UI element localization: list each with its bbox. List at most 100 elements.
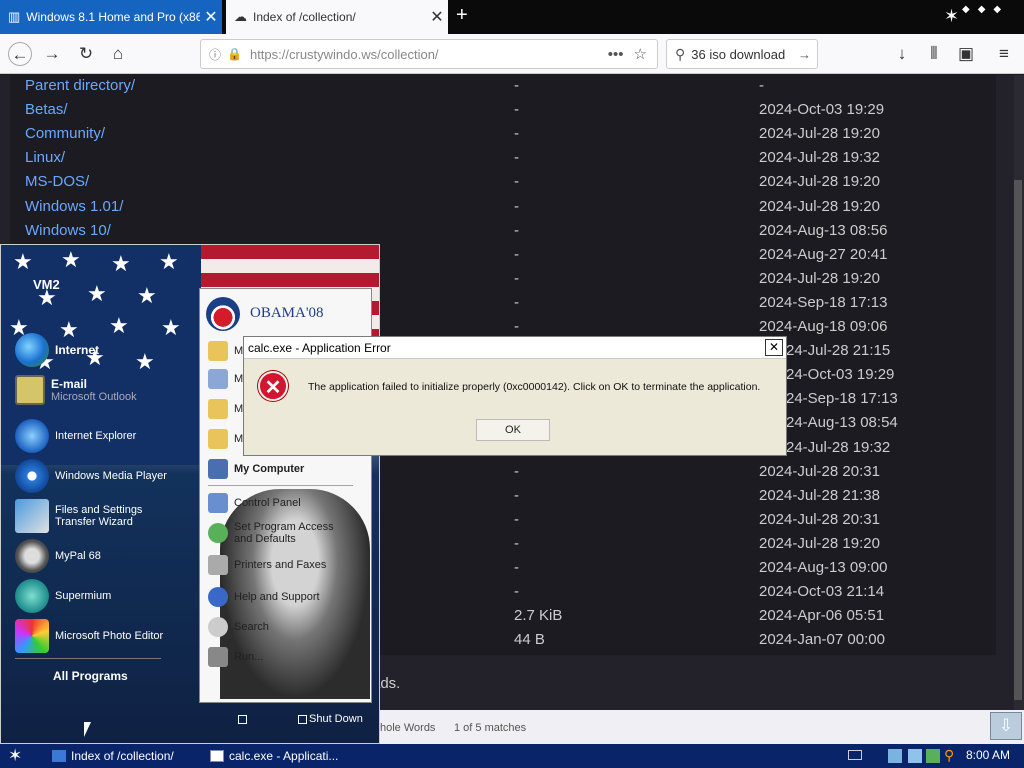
start-item-supermium[interactable]: Supermium (15, 579, 195, 613)
start-item-internet-explorer[interactable]: Internet Explorer (15, 419, 195, 453)
start-button[interactable]: ✶ (8, 746, 22, 766)
scrollbar[interactable] (1014, 75, 1024, 710)
error-dialog: calc.exe - Application Error ✕ ✕ The app… (243, 336, 787, 456)
tab-title: Windows 8.1 Home and Pro (x86 a (26, 10, 200, 24)
start-menu-footer: Shut Down (1, 703, 379, 743)
library-icon[interactable]: ⫴ (922, 42, 946, 66)
taskbar-item-label: calc.exe - Applicati... (229, 749, 339, 763)
entry-name-link[interactable]: Parent directory/ (25, 77, 135, 94)
search-text[interactable]: 36 iso download (691, 47, 785, 62)
menu-separator (15, 658, 161, 659)
start-item-photo-editor[interactable]: Microsoft Photo Editor (15, 619, 195, 653)
taskbar-item-calc-error[interactable]: calc.exe - Applicati... (210, 746, 370, 766)
entry-date: 2024-Jan-07 00:00 (759, 631, 885, 649)
window-icon (210, 750, 224, 762)
entry-date: 2024-Jul-28 19:20 (759, 269, 880, 287)
run-icon (208, 647, 228, 667)
scroll-down-icon[interactable]: ⇩ (990, 712, 1022, 740)
entry-name-link[interactable]: Linux/ (25, 149, 65, 166)
shut-down-button[interactable]: Shut Down (309, 713, 363, 725)
entry-date: 2024-Aug-27 20:41 (759, 245, 888, 263)
tray-icon-display[interactable] (908, 749, 922, 763)
tab-title: Index of /collection/ (253, 10, 356, 24)
tab-favicon-icon: ▥ (8, 9, 21, 24)
entry-name-link[interactable]: MS-DOS/ (25, 173, 89, 190)
mypal-icon (15, 539, 49, 573)
control-panel-icon (208, 493, 228, 513)
ok-button[interactable]: OK (476, 419, 550, 441)
search-go-icon[interactable]: → (798, 47, 811, 62)
back-icon[interactable]: ← (8, 42, 32, 66)
entry-size: - (514, 125, 519, 143)
entry-size: - (514, 197, 519, 215)
dialog-close-button[interactable]: ✕ (765, 339, 783, 356)
entry-size: - (514, 293, 519, 311)
entry-date: 24-Jul-28 21:15 (786, 342, 891, 360)
tray-icon-search[interactable]: ⚲ (944, 747, 954, 764)
entry-size: - (514, 318, 519, 335)
tray-icon-network[interactable] (888, 749, 902, 763)
whole-words-checkbox[interactable]: hole Words (380, 722, 435, 734)
entry-size: - (514, 221, 519, 239)
close-tab-icon[interactable]: ✕ (200, 7, 222, 27)
log-off-button[interactable] (238, 715, 247, 724)
folder-icon (208, 399, 228, 419)
menu-icon[interactable]: ≡ (992, 42, 1016, 66)
tray-icon-safely-remove[interactable] (926, 749, 940, 763)
entry-size: 2.7 KiB (514, 607, 563, 625)
right-item-run[interactable]: Run... (208, 647, 368, 667)
right-item-printers[interactable]: Printers and Faxes (208, 555, 368, 575)
start-item-email[interactable]: E-mail Microsoft Outlook (15, 375, 195, 405)
start-item-transfer-wizard[interactable]: Files and Settings Transfer Wizard (15, 499, 195, 533)
entry-name-link[interactable]: Community/ (25, 125, 105, 142)
taskbar: ✶ Index of /collection/ calc.exe - Appli… (0, 744, 1024, 768)
new-tab-button[interactable]: + (456, 4, 468, 27)
tab-index-collection[interactable]: ☁ Index of /collection/ ✕ (226, 0, 448, 34)
tab-windows-81[interactable]: ▥ Windows 8.1 Home and Pro (x86 a ✕ (0, 0, 222, 34)
right-item-my-computer[interactable]: My Computer (208, 459, 368, 479)
brand-text: OBAMA'08 (250, 305, 324, 321)
bookmark-star-icon[interactable]: ☆ (634, 45, 647, 63)
forward-icon[interactable]: → (40, 42, 64, 66)
url-text[interactable]: https://crustywindo.ws/collection/ (250, 47, 608, 62)
start-item-mypal[interactable]: MyPal 68 (15, 539, 195, 573)
dialog-message: The application failed to initialize pro… (308, 381, 761, 393)
table-row: Parent directory/ - - (10, 77, 990, 101)
right-item-help[interactable]: Help and Support (208, 587, 368, 607)
nav-bar: ← → ↻ ⌂ ⓘ 🔒 https://crustywindo.ws/colle… (0, 34, 1024, 74)
page-actions-icon[interactable]: ••• (608, 46, 624, 63)
window-controls[interactable]: ◆◆◆ (962, 4, 1009, 15)
start-item-media-player[interactable]: Windows Media Player (15, 459, 195, 493)
entry-name-link[interactable]: Betas/ (25, 101, 68, 118)
entry-name-link[interactable]: Windows 10/ (25, 222, 111, 239)
start-item-internet[interactable]: Internet (15, 333, 195, 367)
search-input[interactable]: ⚲ 36 iso download → (666, 39, 818, 69)
right-item-program-access[interactable]: Set Program Access and Defaults (208, 521, 368, 545)
start-item-sublabel: Microsoft Outlook (51, 391, 137, 403)
right-item-control-panel[interactable]: Control Panel (208, 493, 368, 513)
table-row: Betas/ - 2024-Oct-03 19:29 (10, 101, 990, 125)
scrollbar-thumb[interactable] (1014, 180, 1022, 700)
entry-date: 2024-Jul-28 19:20 (759, 173, 880, 191)
all-programs-button[interactable]: All Programs (53, 669, 128, 683)
keyboard-icon[interactable] (848, 750, 862, 760)
entry-name-link[interactable]: Windows 1.01/ (25, 198, 123, 215)
info-icon[interactable]: ⓘ (209, 46, 221, 63)
url-bar[interactable]: ⓘ 🔒 https://crustywindo.ws/collection/ •… (200, 39, 658, 69)
entry-size: - (514, 77, 519, 94)
reload-icon[interactable]: ↻ (74, 42, 98, 66)
start-item-label: Microsoft Photo Editor (55, 630, 164, 642)
entry-size: - (514, 559, 519, 576)
entry-date: - (759, 77, 764, 94)
close-tab-icon[interactable]: ✕ (426, 7, 448, 27)
dialog-title: calc.exe - Application Error ✕ (244, 337, 786, 359)
right-item-search[interactable]: Search (208, 617, 368, 637)
search-icon (208, 617, 228, 637)
sidebar-icon[interactable]: ▣ (954, 42, 978, 66)
taskbar-item-browser[interactable]: Index of /collection/ (52, 746, 202, 766)
entry-size: - (514, 101, 519, 119)
shut-down-icon[interactable] (298, 715, 307, 724)
downloads-icon[interactable]: ↓ (890, 42, 914, 66)
home-icon[interactable]: ⌂ (106, 42, 130, 66)
tab-favicon-icon: ☁ (234, 9, 247, 24)
